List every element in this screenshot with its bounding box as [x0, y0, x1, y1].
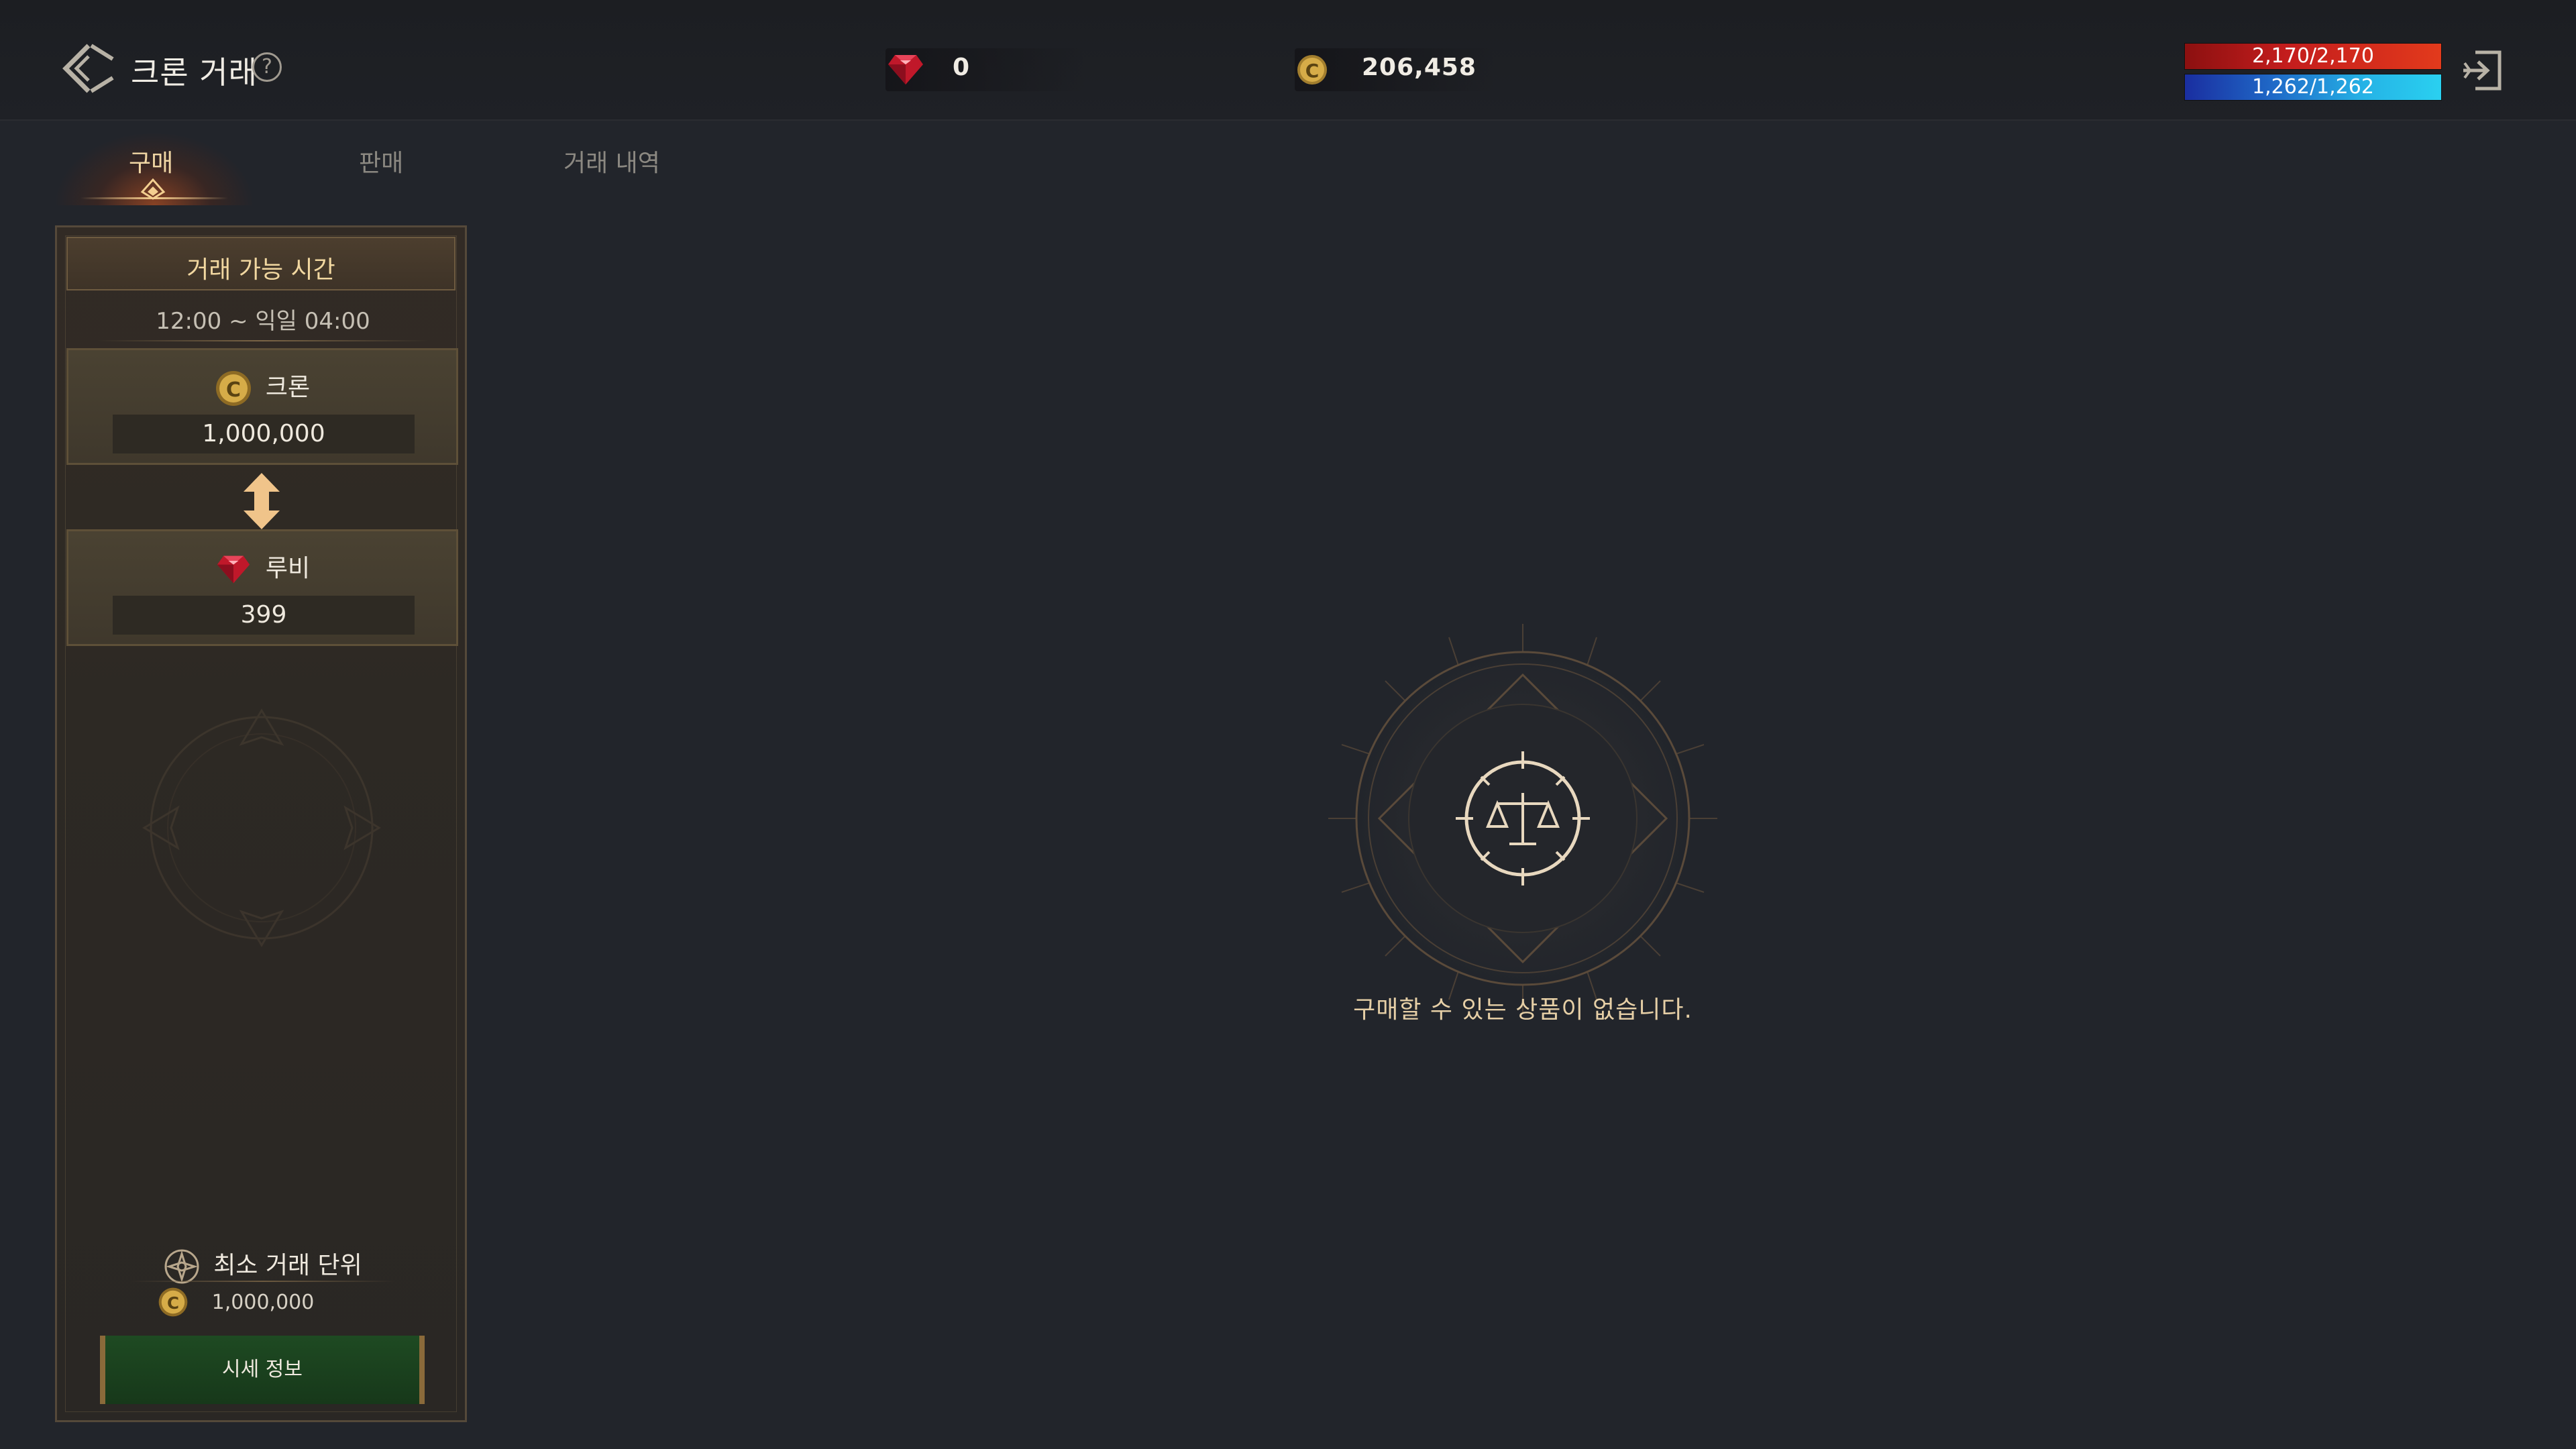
- to-currency-amount: 399: [113, 596, 415, 635]
- tab-sell[interactable]: 판매: [359, 144, 403, 178]
- help-icon[interactable]: ?: [252, 52, 282, 82]
- cron-currency-display: C 206,458: [1295, 48, 1496, 91]
- ruby-amount: 0: [953, 54, 971, 81]
- cron-amount: 206,458: [1362, 54, 1477, 81]
- cron-coin-icon: C: [215, 371, 251, 406]
- back-arrow-icon[interactable]: [62, 42, 117, 97]
- hp-bar: 2,170/2,170: [2184, 43, 2442, 70]
- min-trade-unit-label: 최소 거래 단위: [57, 1246, 469, 1285]
- status-bars: 2,170/2,170 1,262/1,262: [2184, 43, 2442, 105]
- to-currency-name: 루비: [265, 555, 311, 582]
- available-time-header: 거래 가능 시간: [66, 237, 455, 290]
- ruby-icon: [217, 555, 250, 584]
- mp-bar: 1,262/1,262: [2184, 74, 2442, 101]
- divider: [97, 340, 429, 341]
- svg-text:C: C: [167, 1293, 179, 1313]
- divider: [131, 1281, 395, 1282]
- available-time-title: 거래 가능 시간: [186, 256, 335, 284]
- cron-coin-icon: C: [1297, 55, 1327, 85]
- ruby-currency-display: 0: [885, 48, 1087, 91]
- active-tab-underline: [80, 197, 228, 199]
- ruby-icon: [888, 55, 923, 85]
- cron-coin-icon: C: [158, 1287, 188, 1317]
- swap-arrow-icon: [244, 473, 280, 529]
- scales-emblem-icon: [1328, 624, 1717, 1013]
- min-trade-unit-row: C 1,000,000: [57, 1287, 469, 1317]
- tab-trade-history[interactable]: 거래 내역: [564, 144, 660, 178]
- page-title: 크론 거래: [131, 54, 258, 91]
- empty-state-message: 구매할 수 있는 상품이 없습니다.: [1353, 996, 1693, 1024]
- available-time-value: 12:00 ~ 익일 04:00: [156, 308, 370, 335]
- price-info-button[interactable]: 시세 정보: [100, 1336, 425, 1404]
- compass-emblem-icon: [164, 1249, 199, 1284]
- from-currency-name: 크론: [265, 374, 311, 401]
- from-currency-amount: 1,000,000: [113, 415, 415, 453]
- to-currency-label: 루비: [68, 549, 456, 587]
- top-bar: 크론 거래 ? 0 C 206,458 2,170/2,170 1,262/1,…: [0, 0, 2576, 121]
- exchange-panel: 거래 가능 시간 12:00 ~ 익일 04:00 C 크론 1,000,000…: [55, 225, 467, 1422]
- to-currency-box: 루비 399: [66, 529, 458, 646]
- svg-text:C: C: [226, 378, 241, 402]
- min-trade-unit-value: 1,000,000: [211, 1291, 315, 1314]
- from-currency-box: C 크론 1,000,000: [66, 348, 458, 465]
- exit-icon[interactable]: [2461, 47, 2505, 94]
- svg-text:C: C: [1305, 60, 1320, 82]
- tab-buy[interactable]: 구매: [129, 144, 173, 178]
- from-currency-label: C 크론: [68, 368, 456, 407]
- decorative-emblem-icon: [142, 708, 381, 947]
- min-trade-unit-title: 최소 거래 단위: [213, 1252, 362, 1279]
